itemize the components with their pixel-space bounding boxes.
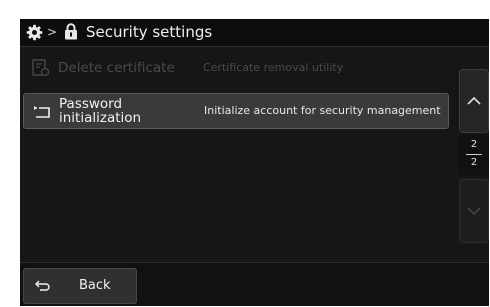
certificate-icon <box>32 59 50 77</box>
gear-icon <box>26 24 43 41</box>
page-divider <box>466 154 482 155</box>
footer-bar: Back <box>20 262 489 306</box>
item-label: Delete certificate <box>58 60 175 76</box>
header-bar: > Security settings <box>20 19 489 47</box>
lock-icon <box>65 23 77 40</box>
page-current: 2 <box>470 139 478 150</box>
item-label: Password initialization <box>59 96 142 126</box>
item-description: Initialize account for security manageme… <box>204 104 441 117</box>
page-total: 2 <box>470 157 478 168</box>
reset-icon <box>34 106 50 118</box>
back-button-label: Back <box>79 278 111 293</box>
page-indicator: 2 2 <box>459 135 489 175</box>
list-item-password-initialization[interactable]: Password initialization Initialize accou… <box>23 93 449 129</box>
chevron-down-icon <box>467 207 481 216</box>
chevron-up-icon <box>467 96 481 105</box>
settings-screen: > Security settings Delete certificate C… <box>20 19 489 306</box>
list-item-delete-certificate: Delete certificate Certificate removal u… <box>23 51 447 85</box>
breadcrumb-separator: > <box>47 25 58 39</box>
page-title: Security settings <box>86 23 213 41</box>
back-arrow-icon <box>35 280 50 291</box>
scroll-up-button[interactable] <box>459 69 489 133</box>
scroll-down-button[interactable] <box>459 179 489 243</box>
item-description: Certificate removal utility <box>203 61 344 74</box>
back-button[interactable]: Back <box>23 268 137 304</box>
settings-list: Delete certificate Certificate removal u… <box>20 47 460 261</box>
